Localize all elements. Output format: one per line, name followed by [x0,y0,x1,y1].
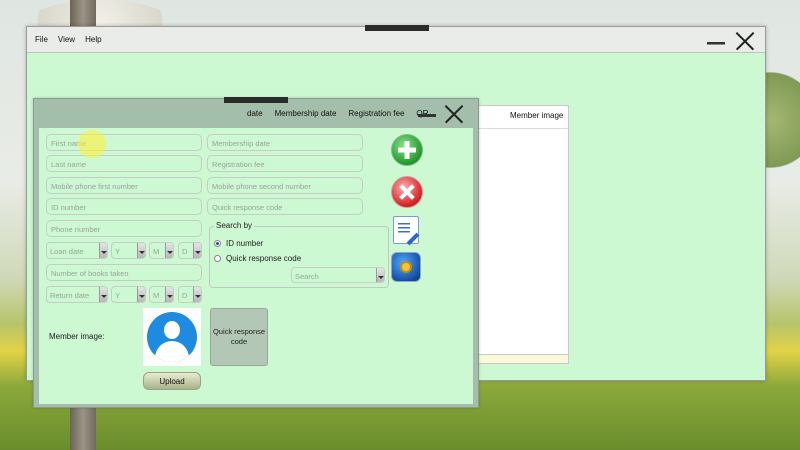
edit-member-button[interactable] [393,216,420,246]
loan-date-select[interactable]: Loan date [46,242,108,259]
delete-member-button[interactable] [391,176,423,208]
upload-button[interactable]: Upload [143,372,201,390]
search-member-button[interactable] [391,252,421,282]
return-month-label: M [153,291,160,300]
id-number-field[interactable]: ID number [46,198,202,215]
window-drag-handle[interactable] [365,25,429,31]
chevron-down-icon [137,287,145,302]
chevron-down-icon [376,268,384,282]
chevron-down-icon [193,287,201,302]
loan-year-label: Y [115,247,121,256]
return-date-select[interactable]: Return date [46,286,108,303]
cursor-highlight [78,130,106,158]
loan-month-select[interactable]: M [149,242,174,259]
column-header-registration-fee[interactable]: Registration fee [348,109,404,118]
search-placeholder: Search [295,272,319,281]
return-day-label: D [182,291,188,300]
registration-fee-field[interactable]: Registration fee [207,155,363,172]
books-taken-field[interactable]: Number of books taken [46,264,202,281]
chevron-down-icon [165,287,173,302]
menu-bar: File View Help [35,35,102,44]
search-option-id-label: ID number [226,239,264,248]
chevron-down-icon [137,243,145,258]
dialog-drag-handle[interactable] [224,97,288,103]
edit-icon [398,223,410,235]
column-header-membership-date[interactable]: Membership date [275,109,337,118]
return-day-select[interactable]: D [178,286,202,303]
return-month-select[interactable]: M [149,286,174,303]
avatar-head [164,321,180,339]
mobile-phone-first-field[interactable]: Mobile phone first number [46,177,202,194]
close-icon[interactable] [735,31,755,51]
dialog-header: date Membership date Registration fee QR [34,97,478,126]
membership-date-field[interactable]: Membership date [207,134,363,151]
loan-month-label: M [153,247,160,256]
column-header-date[interactable]: date [247,109,263,118]
minimize-button[interactable] [707,42,725,45]
dialog-close-icon[interactable] [444,104,464,124]
members-table: Member image [472,105,569,364]
search-icon [400,261,412,273]
avatar-shoulders [155,341,189,362]
search-by-title: Search by [214,221,255,230]
chevron-down-icon [165,243,173,258]
menu-view[interactable]: View [58,35,75,44]
search-combo[interactable]: Search [291,267,385,283]
radio-icon[interactable] [214,255,221,262]
add-member-button[interactable] [391,134,423,166]
qr-code-field[interactable]: Quick response code [207,198,363,215]
return-date-label: Return date [50,291,90,300]
dialog-minimize-button[interactable] [418,114,436,117]
column-header-member-image[interactable]: Member image [473,106,568,129]
mobile-phone-second-field[interactable]: Mobile phone second number [207,177,363,194]
return-year-select[interactable]: Y [111,286,146,303]
radio-selected-icon[interactable] [214,240,221,247]
table-column-headers: date Membership date Registration fee QR [247,109,428,118]
last-name-field[interactable]: Last name [46,155,202,172]
chevron-down-icon [99,287,107,302]
avatar-icon [147,312,197,362]
dialog-body: First name Last name Mobile phone first … [38,127,474,405]
loan-year-select[interactable]: Y [111,242,146,259]
chevron-down-icon [193,243,201,258]
menu-help[interactable]: Help [85,35,101,44]
qr-code-label: Quick response code [212,327,266,346]
loan-date-label: Loan date [50,247,84,256]
first-name-field[interactable]: First name [46,134,202,151]
search-option-qr-label: Quick response code [226,254,302,263]
return-year-label: Y [115,291,121,300]
search-option-qr[interactable]: Quick response code [214,254,301,263]
member-image-label: Member image: [49,332,105,341]
loan-day-label: D [182,247,188,256]
search-by-group: Search by ID number Quick response code … [209,221,389,288]
member-photo [143,308,201,366]
table-footer [473,354,568,363]
search-option-id[interactable]: ID number [214,239,263,248]
chevron-down-icon [99,243,107,258]
loan-day-select[interactable]: D [178,242,202,259]
phone-number-field[interactable]: Phone number [46,220,202,237]
main-titlebar: File View Help [27,25,765,53]
qr-code-box: Quick response code [210,308,268,366]
menu-file[interactable]: File [35,35,48,44]
member-dialog: date Membership date Registration fee QR… [33,97,479,408]
